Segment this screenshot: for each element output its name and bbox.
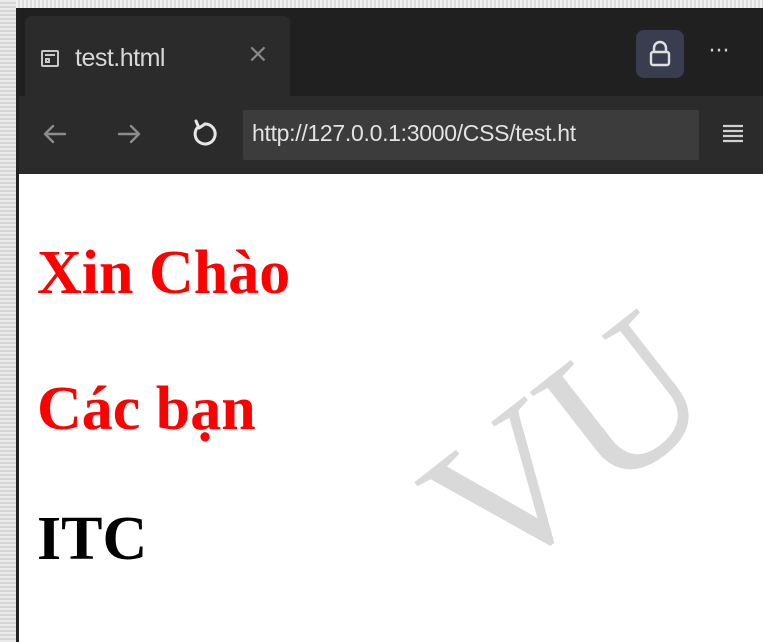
lock-icon xyxy=(649,40,671,67)
address-bar[interactable]: http://127.0.0.1:3000/CSS/test.ht xyxy=(243,110,699,160)
lock-button[interactable] xyxy=(636,30,684,78)
watermark-text: VU xyxy=(384,269,748,622)
heading-cac-ban: Các bạn xyxy=(37,375,256,443)
menu-button[interactable] xyxy=(715,116,751,152)
navigation-bar: http://127.0.0.1:3000/CSS/test.ht xyxy=(19,96,763,174)
back-button[interactable] xyxy=(35,114,75,154)
reload-icon xyxy=(193,119,217,146)
reload-button[interactable] xyxy=(185,114,225,154)
tab-title: test.html xyxy=(75,44,165,72)
forward-button[interactable] xyxy=(109,114,149,154)
heading-itc: ITC xyxy=(37,505,148,573)
left-border-decoration xyxy=(0,0,16,642)
top-border-decoration xyxy=(0,0,763,8)
heading-xin-chao: Xin Chào xyxy=(37,239,291,307)
more-options-button[interactable]: ··· xyxy=(699,32,739,72)
document-page-icon xyxy=(41,50,59,67)
close-icon[interactable]: × xyxy=(247,41,269,67)
hamburger-menu-icon xyxy=(723,124,743,143)
browser-window: test.html × ··· http://127.0.0.1:3000/CS… xyxy=(19,8,763,642)
arrow-left-icon xyxy=(43,124,67,144)
url-text: http://127.0.0.1:3000/CSS/test.ht xyxy=(252,120,576,146)
tab-bar: test.html × ··· xyxy=(19,8,763,96)
tab-test-html[interactable]: test.html × xyxy=(25,16,290,96)
arrow-right-icon xyxy=(117,124,141,144)
page-content: Xin Chào Các bạn ITC VU xyxy=(19,174,763,642)
screenshot-frame: test.html × ··· http://127.0.0.1:3000/CS… xyxy=(0,0,763,642)
